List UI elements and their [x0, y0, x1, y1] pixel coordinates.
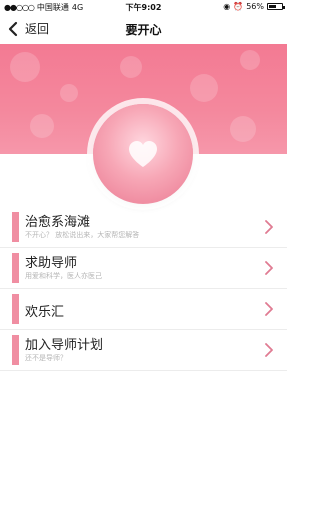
bokeh-decoration	[190, 74, 218, 102]
menu-item-healing-beach[interactable]: 治愈系海滩 不开心？ 放松说出来，大家帮您解答	[0, 207, 287, 248]
chevron-right-icon	[265, 302, 273, 316]
menu-item-subtitle: 用爱和科学，医人亦医己	[25, 272, 102, 280]
lock-rotation-icon: ◉	[223, 2, 231, 11]
nav-bar: 返回 要开心	[0, 14, 287, 44]
page-title: 要开心	[125, 23, 162, 37]
menu-item-title: 欢乐汇	[25, 305, 65, 320]
menu-list: 治愈系海滩 不开心？ 放松说出来，大家帮您解答 求助导师 用爱和科学，医人亦医己…	[0, 207, 287, 371]
bokeh-decoration	[60, 84, 78, 102]
accent-bar	[12, 253, 19, 283]
menu-item-subtitle: 还不是导师？	[25, 354, 67, 362]
accent-bar	[12, 294, 19, 324]
heart-icon	[129, 141, 157, 167]
menu-item-title: 加入导师计划	[25, 338, 104, 353]
battery-fill	[269, 5, 276, 8]
heart-bubble	[93, 104, 193, 204]
status-bar: ●●○○○ 中国联通 4G 下午9:02 ◉ ⏰ 56%	[0, 0, 287, 14]
bokeh-decoration	[10, 52, 40, 82]
accent-bar	[12, 212, 19, 242]
menu-item-joy-hub[interactable]: 欢乐汇	[0, 289, 287, 330]
menu-item-subtitle: 不开心？ 放松说出来，大家帮您解答	[25, 231, 140, 239]
chevron-right-icon	[265, 343, 273, 357]
battery-icon	[267, 3, 285, 10]
status-right: ◉ ⏰ 56%	[223, 2, 285, 11]
menu-item-ask-mentor[interactable]: 求助导师 用爱和科学，医人亦医己	[0, 248, 287, 289]
bokeh-decoration	[120, 56, 142, 78]
bokeh-decoration	[230, 116, 256, 142]
alarm-icon: ⏰	[233, 2, 244, 11]
chevron-right-icon	[265, 261, 273, 275]
menu-item-join-mentor-plan[interactable]: 加入导师计划 还不是导师？	[0, 330, 287, 371]
menu-item-title: 治愈系海滩	[25, 215, 91, 230]
bokeh-decoration	[30, 114, 54, 138]
accent-bar	[12, 335, 19, 365]
chevron-right-icon	[265, 220, 273, 234]
menu-item-title: 求助导师	[25, 256, 78, 271]
bokeh-decoration	[240, 50, 260, 70]
battery-percent: 56%	[246, 2, 264, 11]
